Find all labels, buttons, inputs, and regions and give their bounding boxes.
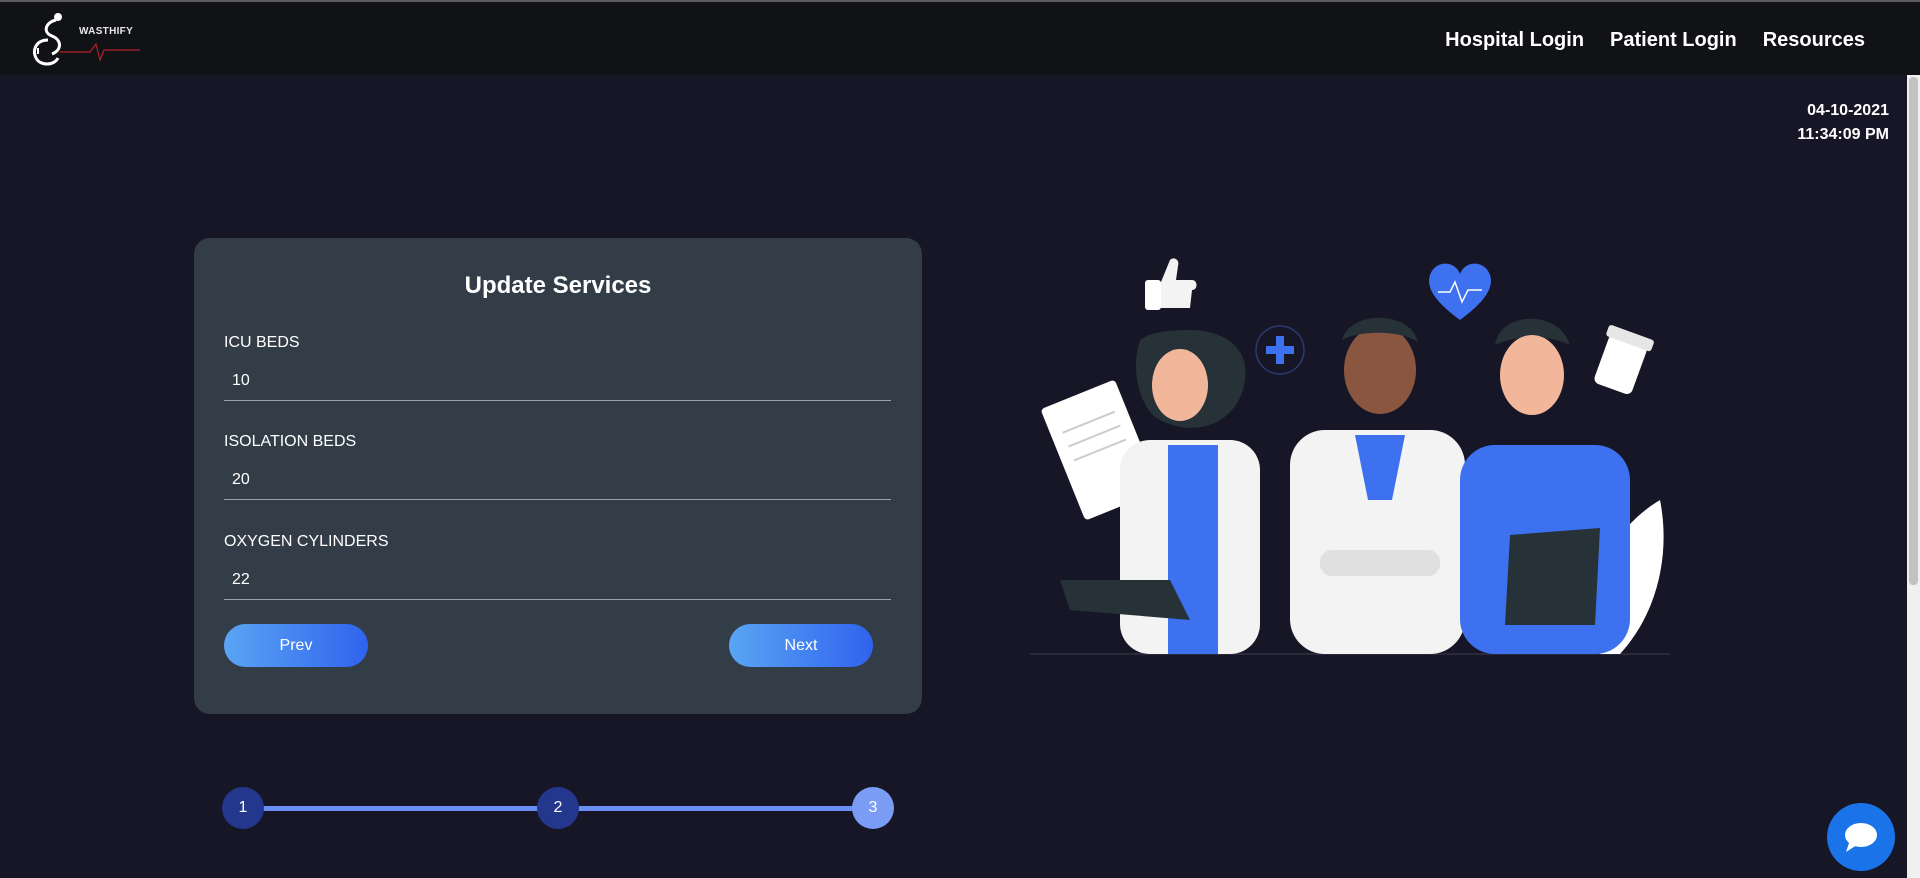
nav-resources[interactable]: Resources (1763, 29, 1865, 52)
thumbs-up-icon (1145, 258, 1197, 310)
icu-beds-input[interactable] (224, 366, 891, 401)
pill-bottle-icon (1594, 325, 1654, 395)
page-scrollbar[interactable] (1907, 75, 1920, 878)
current-date: 04-10-2021 (1807, 102, 1889, 119)
step-3[interactable]: 3 (852, 787, 894, 829)
step-2[interactable]: 2 (537, 787, 579, 829)
isolation-beds-field: ISOLATION BEDS (224, 433, 891, 500)
icu-beds-field: ICU BEDS (224, 334, 891, 401)
brand-name: WASTHIFY (79, 26, 134, 37)
brand-logo[interactable] (30, 10, 150, 70)
isolation-beds-input[interactable] (224, 465, 891, 500)
next-button[interactable]: Next (729, 624, 873, 667)
oxygen-cylinders-field: OXYGEN CYLINDERS (224, 533, 891, 600)
datetime-display: 04-10-2021 11:34:09 PM (1797, 99, 1889, 147)
icu-beds-label: ICU BEDS (224, 334, 300, 351)
oxygen-cylinders-input[interactable] (224, 565, 891, 600)
chat-bubble-icon (1845, 823, 1877, 852)
current-time: 11:34:09 PM (1797, 126, 1889, 143)
isolation-beds-label: ISOLATION BEDS (224, 433, 357, 450)
main-nav: Hospital Login Patient Login Resources (1445, 29, 1865, 52)
male-doctor-figure (1290, 317, 1465, 654)
top-navbar: WASTHIFY Hospital Login Patient Login Re… (0, 0, 1920, 75)
oxygen-cylinders-label: OXYGEN CYLINDERS (224, 533, 389, 550)
medical-team-illustration (1020, 250, 1680, 660)
scrollbar-thumb[interactable] (1909, 77, 1918, 585)
nav-patient-login[interactable]: Patient Login (1610, 29, 1737, 52)
form-title: Update Services (464, 272, 652, 299)
step-progress: 1 2 3 (222, 787, 894, 829)
step-1[interactable]: 1 (222, 787, 264, 829)
step-connector (576, 806, 854, 811)
plus-icon (1255, 325, 1305, 375)
heart-icon (1429, 263, 1491, 320)
chat-button[interactable] (1827, 803, 1895, 871)
nav-hospital-login[interactable]: Hospital Login (1445, 29, 1584, 52)
prev-button[interactable]: Prev (224, 624, 368, 667)
step-connector (262, 806, 538, 811)
stethoscope-logo-icon (33, 13, 140, 66)
update-services-card: Update Services ICU BEDS ISOLATION BEDS … (194, 238, 922, 714)
